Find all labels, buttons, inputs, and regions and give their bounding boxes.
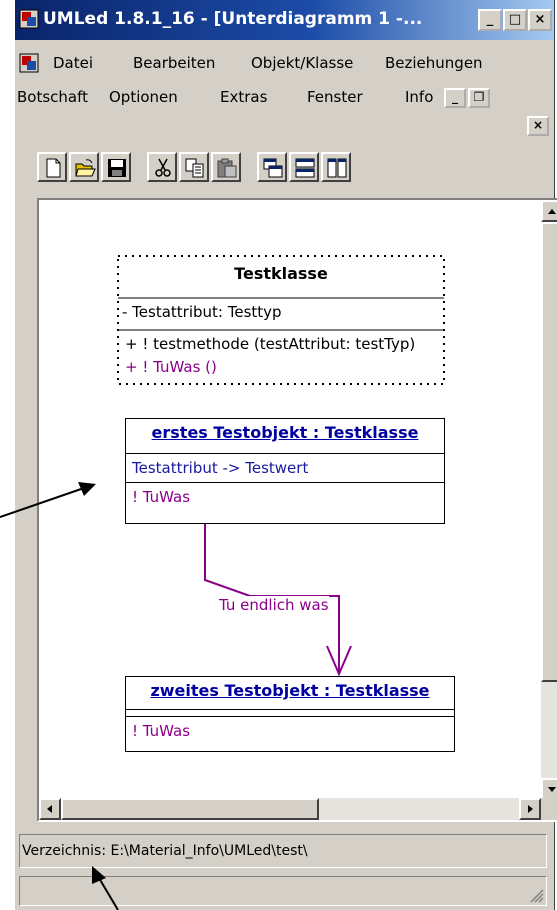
- maximize-button[interactable]: □: [503, 9, 527, 31]
- tile-vertical-icon: [327, 158, 347, 178]
- vertical-scroll-thumb[interactable]: [541, 222, 557, 682]
- mdi-minimize-button[interactable]: _: [444, 88, 466, 108]
- menu-objekt-klasse[interactable]: Objekt/Klasse: [251, 54, 353, 72]
- status-bar: [19, 876, 547, 906]
- scroll-right-button[interactable]: [519, 798, 541, 820]
- open-icon: [75, 159, 96, 177]
- arrow-left-icon: [47, 805, 52, 813]
- menu-fenster[interactable]: Fenster: [307, 88, 363, 106]
- scrollbar-corner: [541, 798, 557, 820]
- menu-datei[interactable]: Datei: [53, 54, 93, 72]
- scroll-down-button[interactable]: [541, 778, 557, 800]
- menu-optionen[interactable]: Optionen: [109, 88, 178, 106]
- application-window: UMLed 1.8.1_16 - [Unterdiagramm 1 -... _…: [14, 0, 557, 910]
- object2-name[interactable]: zweites Testobjekt : Testklasse: [126, 677, 454, 709]
- vertical-scrollbar[interactable]: [541, 200, 557, 800]
- menu-bar-row-2: Botschaft Optionen Extras Fenster Info _…: [15, 84, 554, 112]
- close-button[interactable]: ×: [528, 9, 552, 31]
- object2-message: ! TuWas: [126, 716, 454, 745]
- diagram-canvas[interactable]: Testklasse - Testattribut: Testtyp + ! t…: [37, 198, 557, 822]
- horizontal-scrollbar[interactable]: [39, 798, 541, 820]
- save-button[interactable]: [101, 152, 131, 182]
- menu-bearbeiten[interactable]: Bearbeiten: [133, 54, 215, 72]
- arrow-up-icon: [548, 209, 556, 214]
- cascade-button[interactable]: [257, 152, 287, 182]
- cut-icon: [155, 158, 171, 177]
- menu-beziehungen[interactable]: Beziehungen: [385, 54, 483, 72]
- arrow-down-icon: [548, 787, 556, 792]
- horizontal-scroll-thumb[interactable]: [61, 798, 319, 820]
- document-icon[interactable]: [19, 53, 39, 73]
- open-button[interactable]: [69, 152, 99, 182]
- menu-botschaft[interactable]: Botschaft: [17, 88, 88, 106]
- menu-extras[interactable]: Extras: [220, 88, 267, 106]
- new-button[interactable]: [37, 152, 67, 182]
- copy-icon: [185, 158, 204, 178]
- cut-button[interactable]: [147, 152, 177, 182]
- tile-vertical-button[interactable]: [321, 152, 351, 182]
- title-bar[interactable]: UMLed 1.8.1_16 - [Unterdiagramm 1 -... _…: [15, 0, 554, 40]
- object-box-zweites-testobjekt[interactable]: zweites Testobjekt : Testklasse ! TuWas: [125, 676, 455, 752]
- resize-grip-icon[interactable]: [530, 889, 544, 903]
- message-label: Tu endlich was: [219, 596, 329, 614]
- paste-button[interactable]: [211, 152, 241, 182]
- window-title: UMLed 1.8.1_16 - [Unterdiagramm 1 -...: [43, 9, 423, 29]
- arrow-right-icon: [528, 805, 533, 813]
- mdi-restore-button[interactable]: ❐: [468, 88, 490, 108]
- cascade-icon: [263, 158, 283, 178]
- scroll-left-button[interactable]: [39, 798, 61, 820]
- menu-info[interactable]: Info: [405, 88, 433, 106]
- paste-icon: [217, 158, 237, 178]
- tile-horizontal-icon: [295, 158, 315, 178]
- tile-horizontal-button[interactable]: [289, 152, 319, 182]
- object2-attributes-empty: [126, 709, 454, 716]
- status-directory: Verzeichnis: E:\Material_Info\UMLed\test…: [19, 834, 547, 868]
- scroll-up-button[interactable]: [541, 200, 557, 222]
- new-icon: [46, 158, 61, 178]
- save-icon: [108, 159, 126, 177]
- mdi-close-button[interactable]: ×: [527, 116, 549, 136]
- app-icon[interactable]: [19, 9, 39, 29]
- copy-button[interactable]: [179, 152, 209, 182]
- menu-bar-row-1: Datei Bearbeiten Objekt/Klasse Beziehung…: [15, 50, 554, 78]
- minimize-button[interactable]: _: [478, 9, 502, 31]
